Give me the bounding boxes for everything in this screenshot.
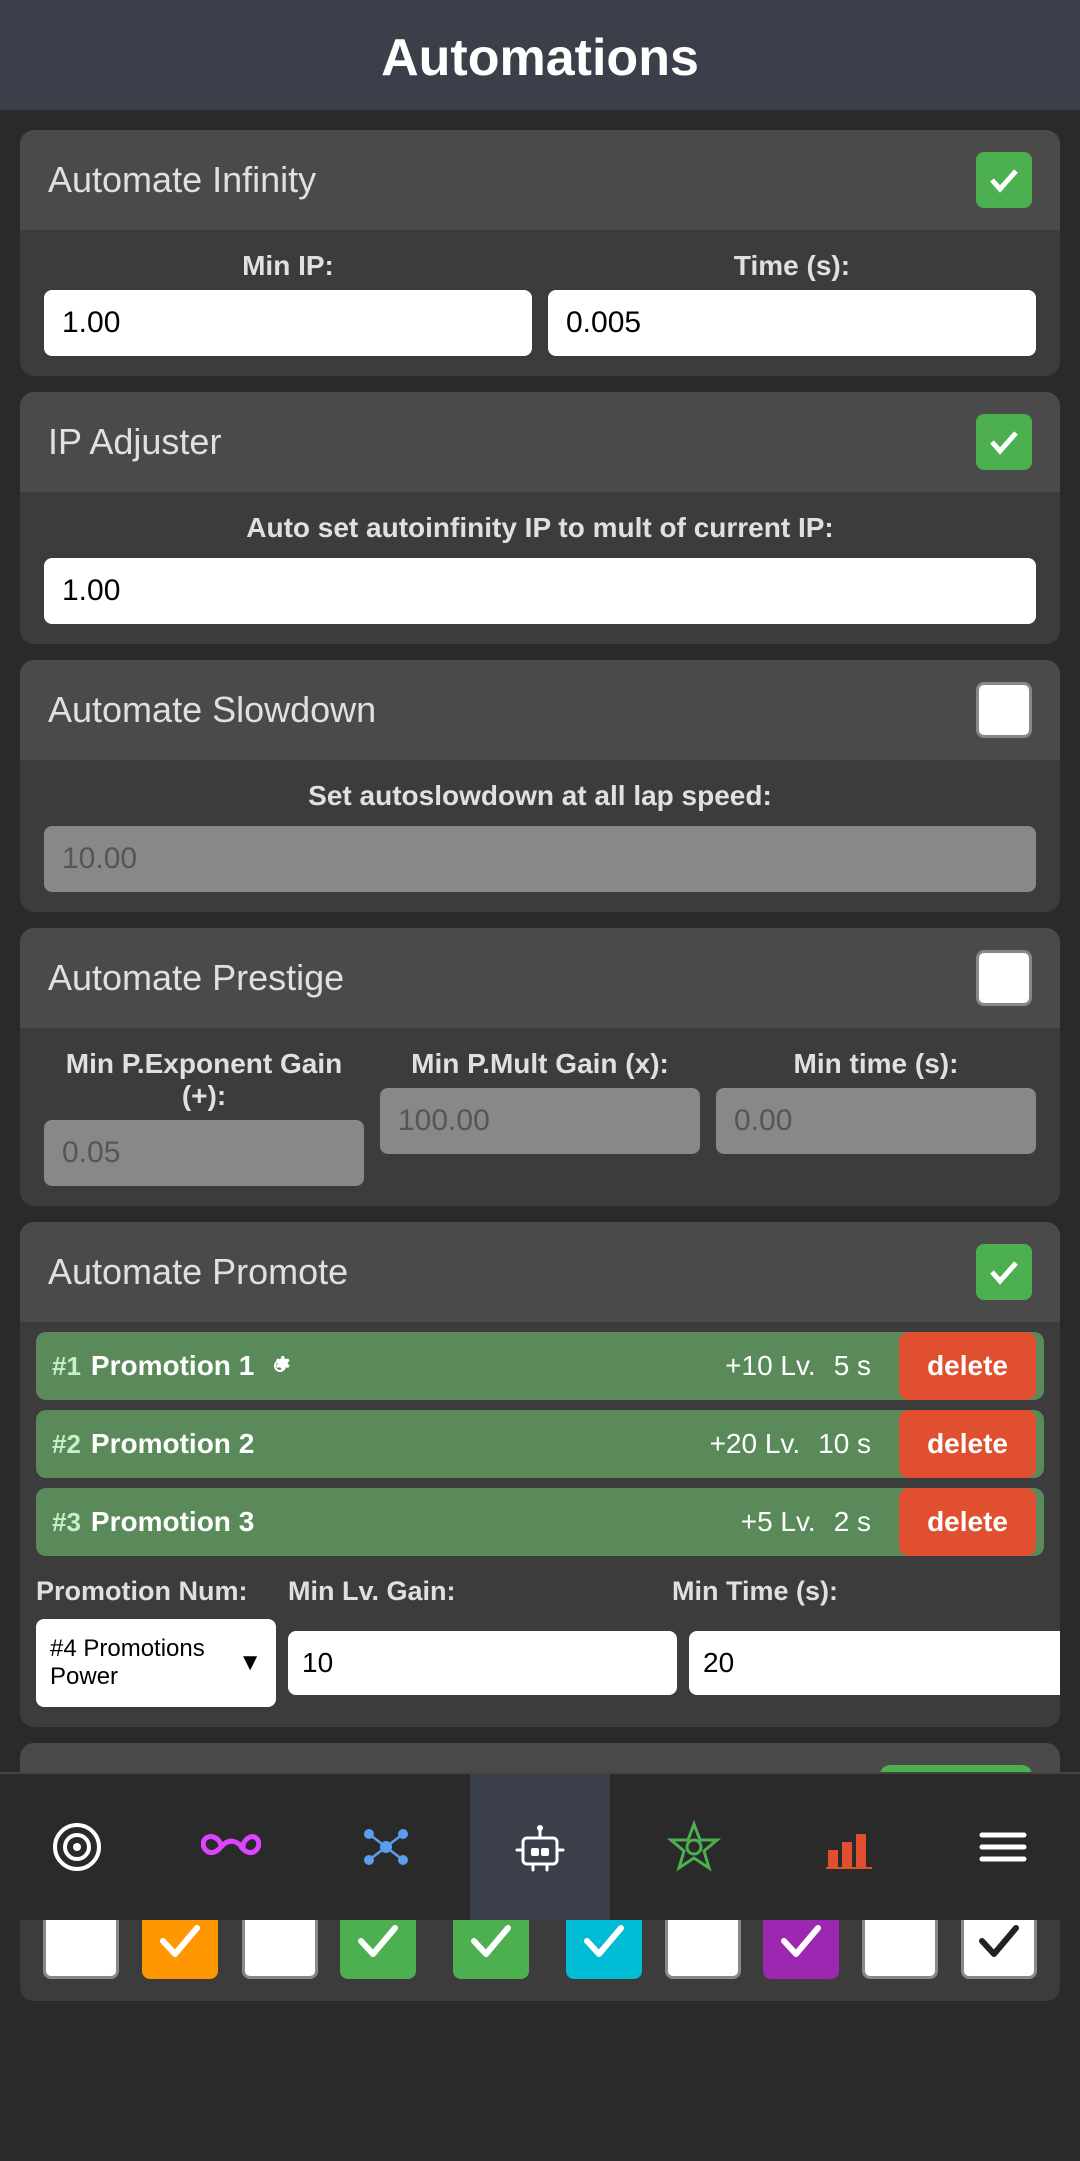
min-time-input[interactable] — [689, 1631, 1060, 1695]
promo-lv-2: +20 Lv. — [710, 1428, 801, 1460]
promo-num-dropdown[interactable]: #4 Promotions Power ▼ — [36, 1619, 276, 1707]
ip-adjuster-input[interactable] — [44, 558, 1036, 624]
promo-add-inputs: #4 Promotions Power ▼ Add — [36, 1619, 1044, 1707]
promo-gear-icon-1[interactable] — [264, 1350, 296, 1382]
p-exp-label: Min P.Exponent Gain (+): — [44, 1048, 364, 1112]
promo-delete-btn-1[interactable]: delete — [899, 1332, 1036, 1400]
network-dots-icon — [359, 1820, 413, 1874]
automate-promote-checkbox[interactable] — [976, 1244, 1032, 1300]
promo-stats-2: +20 Lv. 10 s — [690, 1410, 892, 1478]
infinity-fields-row: Min IP: Time (s): — [44, 250, 1036, 356]
chart-icon — [822, 1820, 876, 1874]
chevron-down-icon: ▼ — [238, 1649, 262, 1677]
automate-slowdown-title: Automate Slowdown — [48, 689, 376, 731]
promotion-row-3: #3 Promotion 3 +5 Lv. 2 s delete — [36, 1488, 1044, 1556]
automate-prestige-title: Automate Prestige — [48, 957, 344, 999]
promo-title-3: Promotion 3 — [91, 1506, 254, 1538]
nav-item-menu[interactable] — [933, 1774, 1073, 1920]
promotion-row-2: #2 Promotion 2 +20 Lv. 10 s delete — [36, 1410, 1044, 1478]
promo-lv-1: +10 Lv. — [725, 1350, 816, 1382]
automate-infinity-card: Automate Infinity Min IP: Time (s): — [20, 130, 1060, 376]
automate-slowdown-header: Automate Slowdown — [20, 660, 1060, 760]
automate-infinity-header: Automate Infinity — [20, 130, 1060, 230]
automate-prestige-body: Min P.Exponent Gain (+): Min P.Mult Gain… — [20, 1028, 1060, 1206]
robot-icon — [513, 1820, 567, 1874]
automate-prestige-checkbox[interactable] — [976, 950, 1032, 1006]
promo-stats-1: +10 Lv. 5 s — [705, 1332, 891, 1400]
promo-num-3: #3 — [52, 1507, 81, 1538]
p-time-input — [716, 1088, 1036, 1154]
automate-infinity-body: Min IP: Time (s): — [20, 230, 1060, 376]
slowdown-desc: Set autoslowdown at all lap speed: — [44, 780, 1036, 812]
hamburger-menu-icon — [976, 1827, 1030, 1867]
automate-prestige-card: Automate Prestige Min P.Exponent Gain (+… — [20, 928, 1060, 1206]
promo-time-1: 5 s — [834, 1350, 871, 1382]
automate-promote-title: Automate Promote — [48, 1251, 348, 1293]
target-icon — [51, 1821, 103, 1873]
nav-item-dots[interactable] — [316, 1774, 456, 1920]
p-time-label: Min time (s): — [716, 1048, 1036, 1080]
promo-name-3: #3 Promotion 3 — [36, 1488, 713, 1556]
promo-delete-btn-2[interactable]: delete — [899, 1410, 1036, 1478]
ip-adjuster-title: IP Adjuster — [48, 421, 221, 463]
promo-stats-3: +5 Lv. 2 s — [721, 1488, 891, 1556]
nav-item-chart[interactable] — [779, 1774, 919, 1920]
promo-num-2: #2 — [52, 1429, 81, 1460]
automate-infinity-checkbox[interactable] — [976, 152, 1032, 208]
min-lv-input[interactable] — [288, 1631, 677, 1695]
promotion-list: #1 Promotion 1 +10 Lv. 5 s delete #2 Pro… — [20, 1322, 1060, 1556]
automate-infinity-title: Automate Infinity — [48, 159, 316, 201]
p-mult-group: Min P.Mult Gain (x): — [380, 1048, 700, 1154]
promo-title-1: Promotion 1 — [91, 1350, 254, 1382]
promo-lv-3: +5 Lv. — [741, 1506, 816, 1538]
time-label: Time (s): — [548, 250, 1036, 282]
promo-name-1: #1 Promotion 1 — [36, 1332, 697, 1400]
infinity-icon — [201, 1829, 261, 1865]
time-group: Time (s): — [548, 250, 1036, 356]
automate-promote-card: Automate Promote #1 Promotion 1 +10 Lv. … — [20, 1222, 1060, 1727]
p-exp-group: Min P.Exponent Gain (+): — [44, 1048, 364, 1186]
min-ip-input[interactable] — [44, 290, 532, 356]
promo-add-section: Promotion Num: Min Lv. Gain: Min Time (s… — [20, 1556, 1060, 1727]
header: Automations — [0, 0, 1080, 110]
promo-min-time-label: Min Time (s): — [672, 1576, 1044, 1607]
promo-dropdown-value: #4 Promotions Power — [50, 1635, 238, 1691]
star-achievement-icon — [667, 1820, 721, 1874]
ip-adjuster-body: Auto set autoinfinity IP to mult of curr… — [20, 492, 1060, 644]
nav-item-robot[interactable] — [470, 1774, 610, 1920]
p-mult-input — [380, 1088, 700, 1154]
p-mult-label: Min P.Mult Gain (x): — [380, 1048, 700, 1080]
nav-item-infinity[interactable] — [161, 1774, 301, 1920]
slowdown-input — [44, 826, 1036, 892]
p-time-group: Min time (s): — [716, 1048, 1036, 1154]
min-ip-label: Min IP: — [44, 250, 532, 282]
nav-item-star[interactable] — [624, 1774, 764, 1920]
automate-prestige-header: Automate Prestige — [20, 928, 1060, 1028]
promo-title-2: Promotion 2 — [91, 1428, 254, 1460]
promo-min-lv-label: Min Lv. Gain: — [288, 1576, 660, 1607]
promo-add-labels: Promotion Num: Min Lv. Gain: Min Time (s… — [36, 1576, 1044, 1607]
automate-promote-header: Automate Promote — [20, 1222, 1060, 1322]
time-input[interactable] — [548, 290, 1036, 356]
automate-slowdown-card: Automate Slowdown Set autoslowdown at al… — [20, 660, 1060, 912]
promotion-row-1: #1 Promotion 1 +10 Lv. 5 s delete — [36, 1332, 1044, 1400]
p-exp-input — [44, 1120, 364, 1186]
ip-adjuster-checkbox[interactable] — [976, 414, 1032, 470]
ip-adjuster-desc: Auto set autoinfinity IP to mult of curr… — [44, 512, 1036, 544]
page-title: Automations — [381, 29, 699, 87]
promo-num-1: #1 — [52, 1351, 81, 1382]
promo-num-label: Promotion Num: — [36, 1576, 276, 1607]
ip-adjuster-header: IP Adjuster — [20, 392, 1060, 492]
automate-slowdown-checkbox[interactable] — [976, 682, 1032, 738]
min-ip-group: Min IP: — [44, 250, 532, 356]
promo-delete-btn-3[interactable]: delete — [899, 1488, 1036, 1556]
bottom-nav — [0, 1772, 1080, 1920]
promo-time-2: 10 s — [818, 1428, 871, 1460]
prestige-labels-row: Min P.Exponent Gain (+): Min P.Mult Gain… — [44, 1048, 1036, 1186]
promo-name-2: #2 Promotion 2 — [36, 1410, 682, 1478]
ip-adjuster-card: IP Adjuster Auto set autoinfinity IP to … — [20, 392, 1060, 644]
promo-time-3: 2 s — [834, 1506, 871, 1538]
nav-item-target[interactable] — [7, 1774, 147, 1920]
automate-slowdown-body: Set autoslowdown at all lap speed: — [20, 760, 1060, 912]
